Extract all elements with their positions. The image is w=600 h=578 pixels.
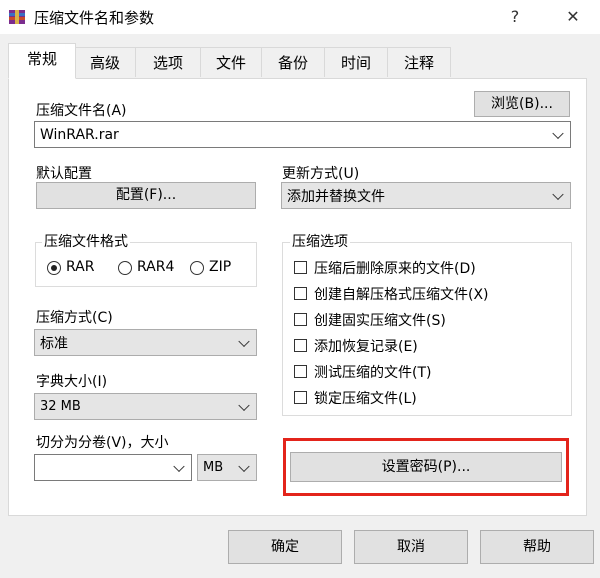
checkbox-sfx[interactable]	[294, 287, 307, 300]
tab-files[interactable]: 文件	[200, 47, 262, 77]
tab-general[interactable]: 常规	[8, 43, 76, 79]
radio-rar4[interactable]	[118, 261, 132, 275]
highlight-box	[283, 438, 569, 496]
checkbox-recovery-label[interactable]: 添加恢复记录(E)	[314, 336, 418, 356]
tab-backup[interactable]: 备份	[261, 47, 325, 77]
tab-time[interactable]: 时间	[324, 47, 388, 77]
checkbox-lock[interactable]	[294, 391, 307, 404]
tab-comment[interactable]: 注释	[387, 47, 451, 77]
help-title-button[interactable]: ?	[500, 4, 530, 30]
checkbox-sfx-label[interactable]: 创建自解压格式压缩文件(X)	[314, 284, 489, 304]
archive-name-value: WinRAR.rar	[40, 126, 119, 143]
close-icon[interactable]: ✕	[558, 4, 588, 30]
dictionary-size-value: 32 MB	[40, 399, 81, 414]
browse-button[interactable]: 浏览(B)...	[474, 91, 570, 117]
update-mode-select[interactable]: 添加并替换文件	[281, 182, 571, 209]
tab-options[interactable]: 选项	[135, 47, 201, 77]
compression-method-select[interactable]: 标准	[34, 329, 257, 356]
radio-zip[interactable]	[190, 261, 204, 275]
chevron-down-icon	[238, 335, 250, 347]
compression-method-value: 标准	[40, 335, 68, 352]
chevron-down-icon[interactable]	[173, 460, 185, 472]
dictionary-size-select[interactable]: 32 MB	[34, 393, 257, 420]
checkbox-lock-label[interactable]: 锁定压缩文件(L)	[314, 388, 417, 408]
winrar-app-icon	[9, 10, 25, 24]
help-button[interactable]: 帮助	[480, 530, 594, 564]
profiles-button[interactable]: 配置(F)...	[36, 182, 256, 209]
radio-zip-label[interactable]: ZIP	[209, 259, 231, 275]
checkbox-test[interactable]	[294, 365, 307, 378]
split-unit-select[interactable]: MB	[197, 454, 257, 481]
window-title: 压缩文件名和参数	[34, 9, 155, 27]
checkbox-delete-after[interactable]	[294, 261, 307, 274]
chevron-down-icon[interactable]	[552, 127, 564, 139]
chevron-down-icon	[552, 188, 564, 200]
radio-rar-label[interactable]: RAR	[66, 259, 94, 275]
checkbox-solid-label[interactable]: 创建固实压缩文件(S)	[314, 310, 446, 330]
archive-name-combobox[interactable]: WinRAR.rar	[34, 121, 571, 148]
chevron-down-icon	[238, 460, 250, 472]
archive-name-label: 压缩文件名(A)	[36, 103, 127, 119]
split-volumes-combobox[interactable]	[34, 454, 192, 481]
archive-format-title: 压缩文件格式	[42, 231, 130, 251]
tab-advanced[interactable]: 高级	[74, 47, 136, 77]
ok-button[interactable]: 确定	[228, 530, 342, 564]
update-mode-value: 添加并替换文件	[287, 188, 385, 205]
checkbox-solid[interactable]	[294, 313, 307, 326]
archive-options-title: 压缩选项	[290, 231, 350, 251]
default-profile-label: 默认配置	[36, 166, 92, 182]
checkbox-recovery[interactable]	[294, 339, 307, 352]
dictionary-size-label: 字典大小(I)	[36, 374, 108, 390]
update-mode-label: 更新方式(U)	[282, 166, 360, 182]
compression-method-label: 压缩方式(C)	[36, 310, 113, 326]
split-unit-value: MB	[203, 460, 224, 475]
radio-rar[interactable]	[47, 261, 61, 275]
checkbox-delete-after-label[interactable]: 压缩后删除原来的文件(D)	[314, 258, 476, 278]
checkbox-test-label[interactable]: 测试压缩的文件(T)	[314, 362, 431, 382]
split-volumes-label: 切分为分卷(V)，大小	[36, 435, 169, 451]
chevron-down-icon	[238, 399, 250, 411]
radio-rar4-label[interactable]: RAR4	[137, 259, 174, 275]
cancel-button[interactable]: 取消	[354, 530, 468, 564]
